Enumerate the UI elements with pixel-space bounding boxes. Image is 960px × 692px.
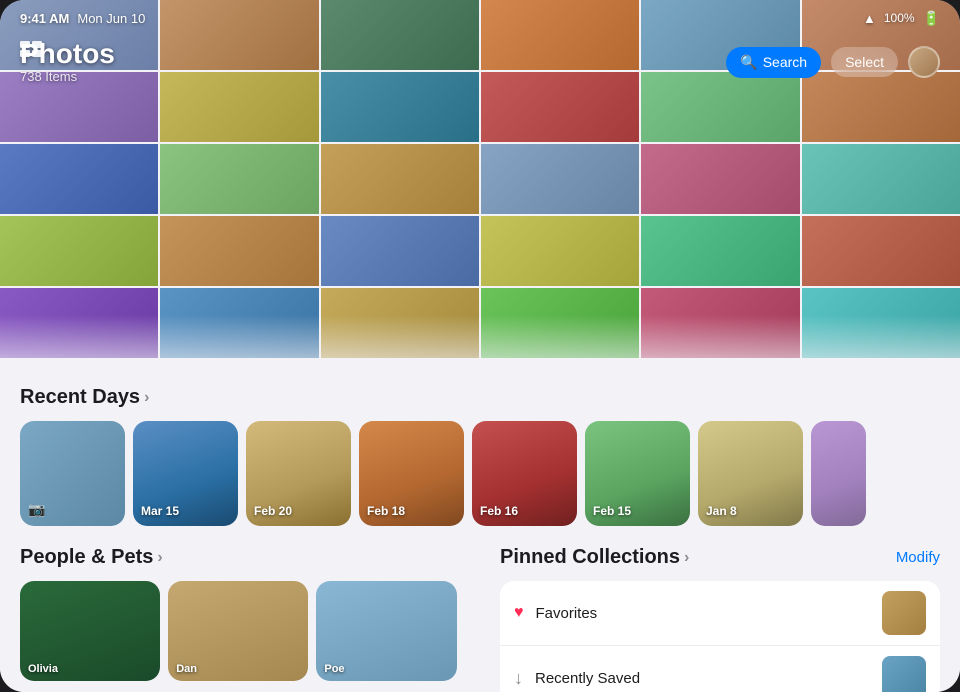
people-grid: Olivia Dan Poe <box>0 581 480 681</box>
status-time: 9:41 AM <box>20 11 69 26</box>
people-pets-header: People & Pets › <box>0 546 480 581</box>
recent-days-title[interactable]: Recent Days › <box>20 386 149 409</box>
day-card-8[interactable] <box>811 421 866 526</box>
battery-level: 100% <box>884 11 915 25</box>
person-card-3[interactable]: Poe <box>316 581 456 681</box>
person-card-1[interactable]: Olivia <box>20 581 160 681</box>
person-card-2[interactable]: Dan <box>168 581 308 681</box>
recently-saved-icon: ↓ <box>514 668 523 689</box>
pinned-collections-header: Pinned Collections › Modify <box>480 546 960 581</box>
battery-icon: 🔋 <box>923 10 940 27</box>
photo-cell[interactable] <box>160 216 318 286</box>
status-left: 9:41 AM Mon Jun 10 <box>20 11 145 26</box>
recent-days-section-header: Recent Days › <box>0 386 960 421</box>
day-card-label-5: Feb 16 <box>480 504 518 518</box>
photo-cell[interactable] <box>641 144 799 214</box>
recent-days-scroll[interactable]: 📷 Mar 15 Feb 20 Feb 18 Feb 16 Feb 15 Jan… <box>0 421 960 526</box>
photo-cell[interactable] <box>481 216 639 286</box>
photo-cell[interactable] <box>160 288 318 358</box>
favorites-label: Favorites <box>536 605 871 622</box>
device-frame: 9:41 AM Mon Jun 10 ▲ 100% 🔋 Photos 738 I… <box>0 0 960 692</box>
photo-cell[interactable] <box>481 288 639 358</box>
day-card-label-2: Mar 15 <box>141 504 179 518</box>
bottom-sections: People & Pets › Olivia Dan Poe <box>0 546 960 692</box>
search-icon: 🔍 <box>740 54 757 71</box>
person-label-2: Dan <box>176 663 197 675</box>
status-right: ▲ 100% 🔋 <box>863 10 940 27</box>
photo-cell[interactable] <box>802 216 960 286</box>
people-pets-chevron-icon: › <box>157 549 162 567</box>
person-label-1: Olivia <box>28 663 58 675</box>
collection-item-favorites[interactable]: ♥ Favorites <box>500 581 940 646</box>
search-button-label: Search <box>763 54 807 70</box>
recently-saved-thumbnail <box>882 656 926 692</box>
pinned-collections-section: Pinned Collections › Modify ♥ Favorites … <box>480 546 960 692</box>
recent-days-chevron-icon: › <box>144 389 149 407</box>
photo-cell[interactable] <box>321 288 479 358</box>
people-pets-label: People & Pets <box>20 546 153 569</box>
day-card-label-7: Jan 8 <box>706 504 737 518</box>
recent-days-label: Recent Days <box>20 386 140 409</box>
favorites-thumbnail <box>882 591 926 635</box>
recently-saved-label: Recently Saved <box>535 670 870 687</box>
photo-cell[interactable] <box>321 144 479 214</box>
search-button[interactable]: 🔍 Search <box>726 47 821 78</box>
photo-cell[interactable] <box>0 216 158 286</box>
people-pets-section: People & Pets › Olivia Dan Poe <box>0 546 480 692</box>
day-card-label-6: Feb 15 <box>593 504 631 518</box>
modify-button[interactable]: Modify <box>896 549 940 566</box>
collection-list: ♥ Favorites ↓ Recently Saved <box>500 581 940 692</box>
day-card-camera-icon: 📷 <box>28 501 45 518</box>
status-bar: 9:41 AM Mon Jun 10 ▲ 100% 🔋 <box>0 0 960 36</box>
photo-cell[interactable] <box>641 216 799 286</box>
day-card-label-3: Feb 20 <box>254 504 292 518</box>
photo-cell[interactable] <box>321 216 479 286</box>
photo-cell[interactable] <box>0 144 158 214</box>
collection-item-recently-saved[interactable]: ↓ Recently Saved <box>500 646 940 692</box>
pinned-collections-label: Pinned Collections <box>500 546 680 569</box>
select-button[interactable]: Select <box>831 47 898 77</box>
main-content: Recent Days › 📷 Mar 15 Feb 20 Feb 18 Feb… <box>0 370 960 692</box>
day-card-5[interactable]: Feb 16 <box>472 421 577 526</box>
day-card-label-4: Feb 18 <box>367 504 405 518</box>
day-card-3[interactable]: Feb 20 <box>246 421 351 526</box>
photo-cell[interactable] <box>160 144 318 214</box>
photo-cell[interactable] <box>641 288 799 358</box>
header: Photos 738 Items 🔍 Search Select <box>0 36 960 88</box>
layout-toggle-icon[interactable] <box>20 40 42 63</box>
people-pets-title[interactable]: People & Pets › <box>20 546 163 569</box>
person-label-3: Poe <box>324 663 344 675</box>
pinned-collections-title[interactable]: Pinned Collections › <box>500 546 689 569</box>
day-card-4[interactable]: Feb 18 <box>359 421 464 526</box>
status-date: Mon Jun 10 <box>77 11 145 26</box>
day-card-2[interactable]: Mar 15 <box>133 421 238 526</box>
photo-cell[interactable] <box>802 144 960 214</box>
photo-cell[interactable] <box>481 144 639 214</box>
day-card-7[interactable]: Jan 8 <box>698 421 803 526</box>
day-card-1[interactable]: 📷 <box>20 421 125 526</box>
day-card-6[interactable]: Feb 15 <box>585 421 690 526</box>
favorites-heart-icon: ♥ <box>514 604 524 622</box>
wifi-icon: ▲ <box>863 11 876 26</box>
header-right: 🔍 Search Select <box>726 46 940 78</box>
photo-cell[interactable] <box>0 288 158 358</box>
photo-cell[interactable] <box>802 288 960 358</box>
photo-count: 738 Items <box>20 69 115 84</box>
avatar[interactable] <box>908 46 940 78</box>
pinned-collections-chevron-icon: › <box>684 549 689 567</box>
